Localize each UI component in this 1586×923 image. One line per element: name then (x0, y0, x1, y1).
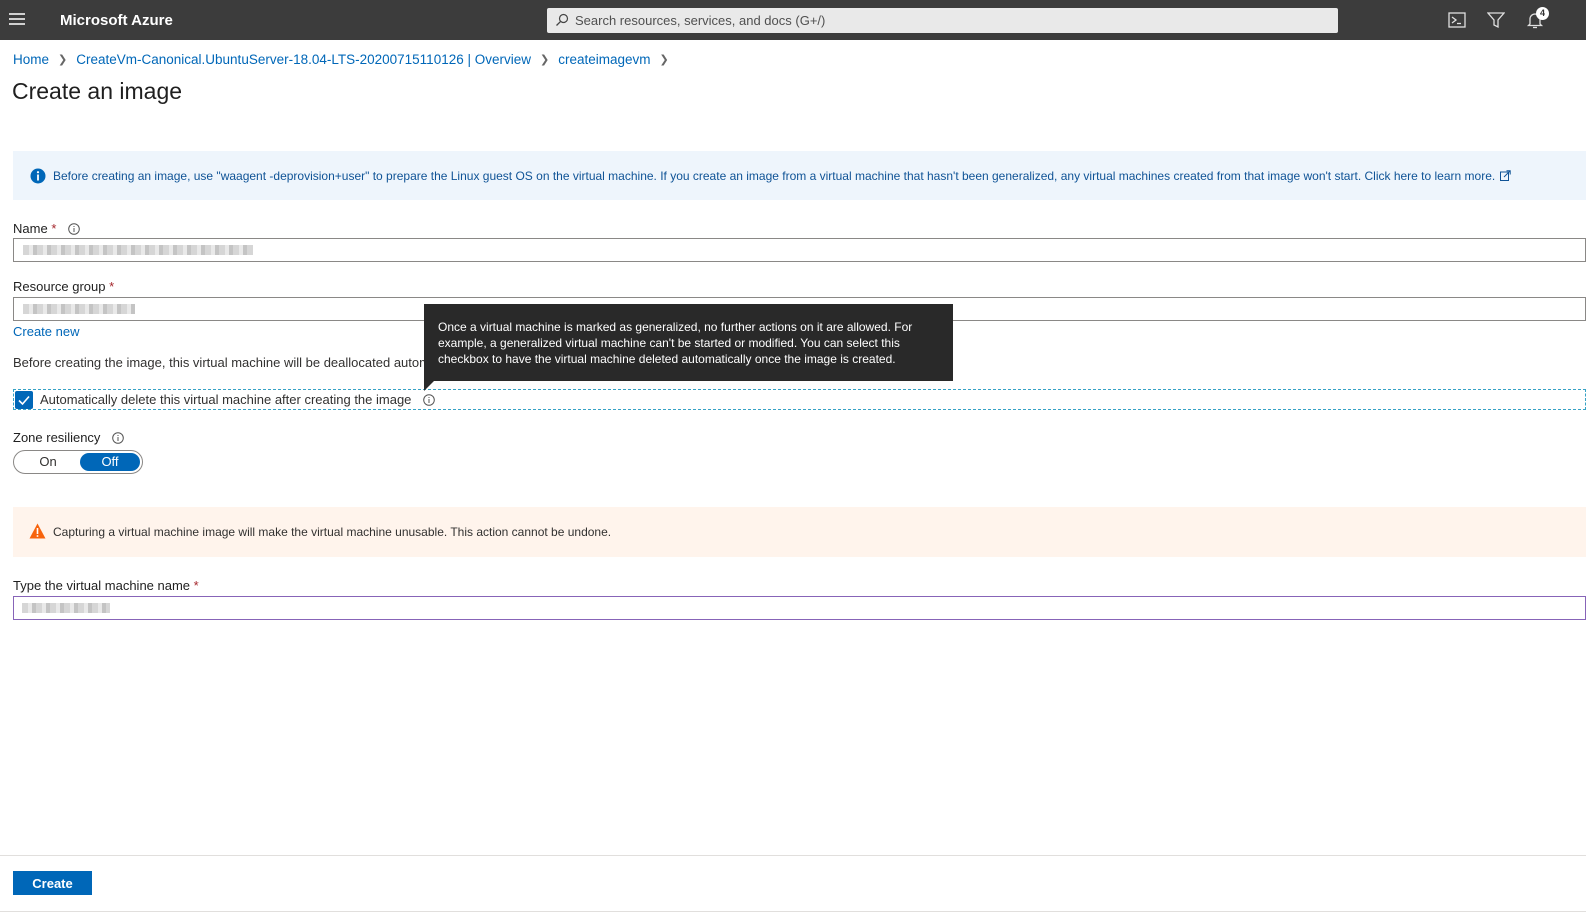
info-icon[interactable] (68, 223, 80, 235)
breadcrumb-home[interactable]: Home (13, 52, 49, 67)
brand-title[interactable]: Microsoft Azure (60, 12, 173, 29)
name-input[interactable] (13, 238, 1586, 262)
breadcrumb-vm-overview[interactable]: CreateVm-Canonical.UbuntuServer-18.04-LT… (76, 52, 531, 67)
tooltip-text: Once a virtual machine is marked as gene… (438, 320, 913, 366)
redacted-value (23, 245, 253, 255)
search-icon (556, 13, 569, 26)
resource-group-label: Resource group * (13, 279, 115, 294)
info-icon (30, 168, 46, 184)
auto-delete-label[interactable]: Automatically delete this virtual machin… (40, 392, 435, 407)
breadcrumb-createimagevm[interactable]: createimagevm (558, 52, 650, 67)
warning-text: Capturing a virtual machine image will m… (53, 525, 612, 539)
auto-delete-checkbox-row[interactable]: Automatically delete this virtual machin… (13, 389, 1586, 410)
hamburger-menu-icon[interactable] (9, 13, 25, 27)
redacted-value (22, 603, 110, 613)
create-new-resource-group-link[interactable]: Create new (13, 324, 79, 339)
auto-delete-checkbox[interactable] (15, 391, 33, 409)
tooltip-arrow (424, 381, 434, 391)
bottom-divider (0, 911, 1586, 912)
generalized-tooltip: Once a virtual machine is marked as gene… (424, 304, 953, 391)
info-banner-text: Before creating an image, use "waagent -… (53, 169, 1496, 183)
zone-resiliency-label: Zone resiliency (13, 430, 124, 445)
zone-on-option[interactable]: On (16, 453, 80, 471)
external-link-icon (1500, 170, 1511, 181)
notification-badge: 4 (1536, 7, 1549, 20)
directory-filter-icon[interactable] (1487, 11, 1505, 29)
zone-off-option[interactable]: Off (80, 453, 140, 471)
breadcrumb: Home ❯ CreateVm-Canonical.UbuntuServer-1… (13, 52, 678, 67)
footer-divider (0, 855, 1586, 856)
vm-name-label: Type the virtual machine name * (13, 578, 199, 593)
deallocation-note: Before creating the image, this virtual … (13, 355, 425, 370)
name-label: Name * (13, 221, 80, 236)
redacted-value (23, 304, 135, 314)
chevron-right-icon: ❯ (540, 54, 550, 66)
zone-resiliency-toggle[interactable]: On Off (13, 450, 143, 474)
info-icon[interactable] (423, 394, 435, 406)
global-search[interactable] (547, 8, 1338, 33)
info-banner[interactable]: Before creating an image, use "waagent -… (13, 151, 1586, 200)
search-input[interactable] (575, 8, 1325, 33)
checkmark-icon (18, 395, 30, 406)
page-title: Create an image (12, 78, 183, 104)
create-button[interactable]: Create (13, 871, 92, 895)
top-bar: Microsoft Azure 4 (0, 0, 1586, 40)
chevron-right-icon: ❯ (659, 54, 669, 66)
info-icon[interactable] (112, 432, 124, 444)
cloud-shell-icon[interactable] (1448, 11, 1466, 29)
vm-name-input[interactable] (13, 596, 1586, 620)
warning-icon (29, 523, 46, 539)
warning-banner: Capturing a virtual machine image will m… (13, 507, 1586, 557)
chevron-right-icon: ❯ (58, 54, 68, 66)
